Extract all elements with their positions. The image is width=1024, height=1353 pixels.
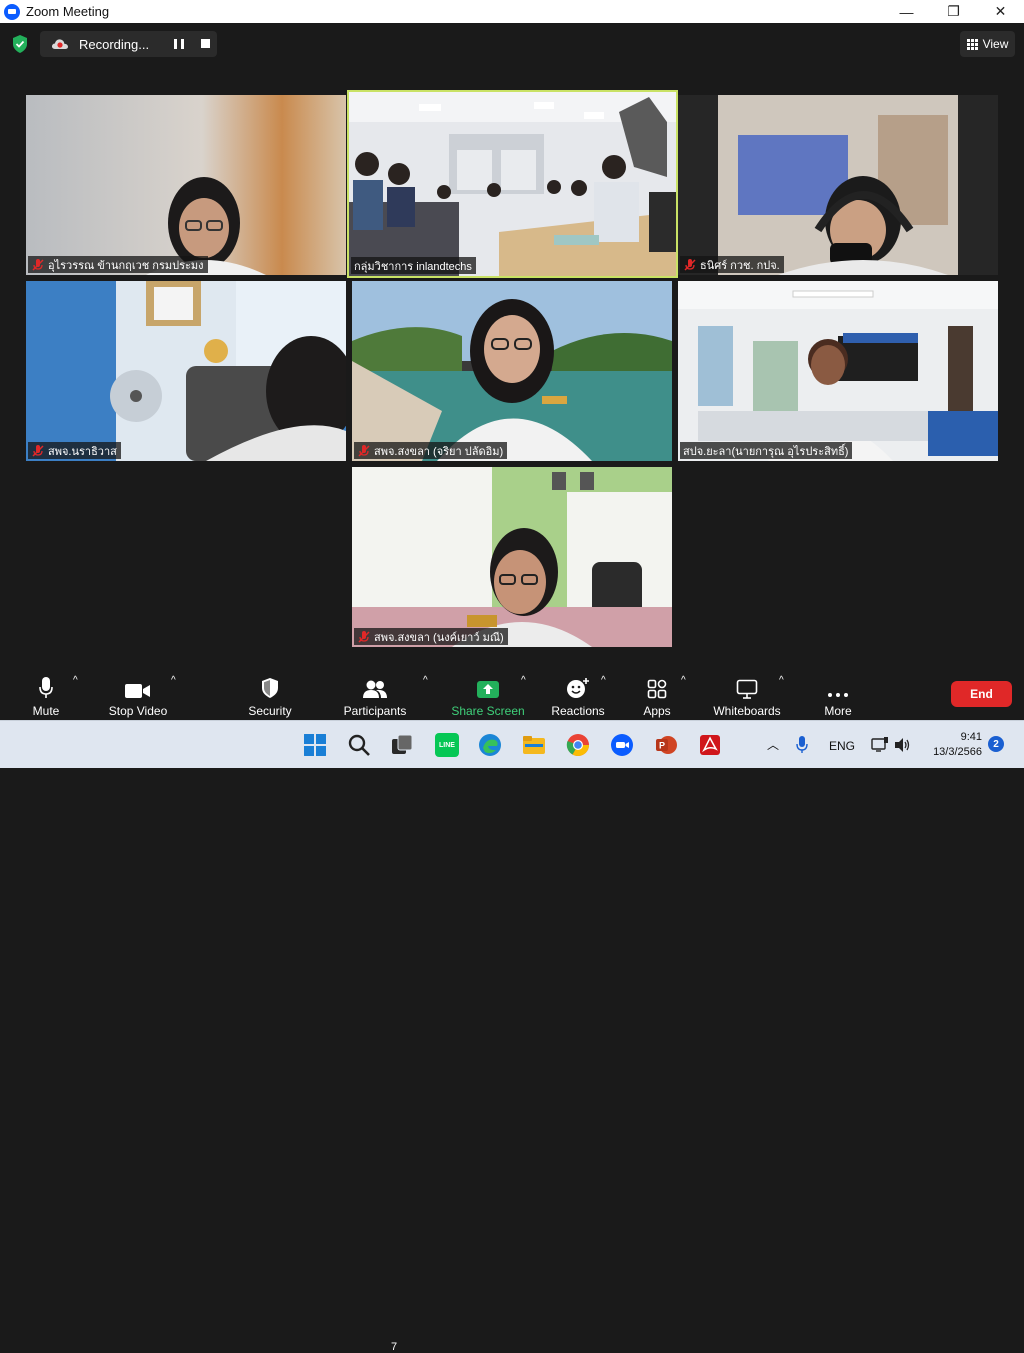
more-button[interactable]: More — [822, 667, 854, 720]
muted-mic-icon — [358, 444, 370, 457]
zoom-logo-icon — [4, 3, 20, 20]
apps-icon — [647, 679, 667, 699]
chrome-browser-icon[interactable] — [566, 733, 590, 757]
share-screen-icon — [477, 681, 499, 698]
pause-recording-button[interactable] — [174, 39, 184, 49]
input-language-indicator[interactable]: ENG — [829, 739, 855, 753]
participants-icon — [363, 680, 387, 698]
powerpoint-icon[interactable]: P — [654, 733, 678, 757]
reactions-smiley-icon — [567, 678, 589, 698]
participants-options-caret[interactable]: ^ — [423, 675, 428, 686]
microphone-tray-icon[interactable] — [796, 736, 808, 754]
more-ellipsis-icon — [828, 693, 848, 697]
microphone-icon — [39, 677, 53, 698]
stop-recording-button[interactable] — [201, 39, 210, 48]
task-view-icon[interactable] — [390, 733, 414, 757]
volume-speaker-icon[interactable] — [894, 737, 910, 753]
show-hidden-icons-chevron-icon[interactable]: ︿ — [767, 736, 779, 753]
window-titlebar: Zoom Meeting — ❐ ✕ — [0, 0, 1024, 23]
security-shield-icon — [262, 678, 278, 698]
end-meeting-button[interactable]: End — [951, 681, 1012, 707]
notification-count-badge[interactable]: 2 — [988, 736, 1004, 752]
cloud-recording-icon — [51, 39, 68, 49]
acrobat-pdf-icon[interactable] — [698, 733, 722, 757]
video-tile-5[interactable]: สพจ.สงขลา (จริยา ปลัดอิม) — [352, 281, 672, 461]
muted-mic-icon — [358, 630, 370, 643]
recording-indicator[interactable]: Recording... — [40, 31, 217, 57]
grid-view-icon — [966, 38, 978, 50]
stop-video-button[interactable]: Stop Video — [106, 667, 170, 720]
edge-browser-icon[interactable] — [478, 733, 502, 757]
participant-name-label: สปจ.ยะลา(นายการุณ อุไรประสิทธิ์) — [680, 442, 853, 459]
view-label: View — [982, 37, 1009, 51]
participant-video — [352, 467, 672, 647]
zoom-app-icon[interactable] — [610, 733, 634, 757]
muted-mic-icon — [32, 258, 44, 271]
search-icon[interactable] — [347, 733, 371, 757]
video-tile-4[interactable]: สพจ.นราธิวาส — [26, 281, 346, 461]
participant-video — [352, 281, 672, 461]
video-tile-6[interactable]: สปจ.ยะลา(นายการุณ อุไรประสิทธิ์) — [678, 281, 998, 461]
line-app-icon[interactable]: LINE — [435, 733, 459, 757]
apps-options-caret[interactable]: ^ — [681, 675, 686, 686]
video-tile-2-active-speaker[interactable]: กลุ่มวิชาการ inlandtechs — [347, 90, 678, 278]
windows-start-icon[interactable] — [303, 733, 327, 757]
svg-text:P: P — [659, 741, 665, 751]
video-tile-7[interactable]: สพจ.สงขลา (นงค์เยาว์ มณี) — [352, 467, 672, 647]
participant-name-label: กลุ่มวิชาการ inlandtechs — [351, 257, 476, 274]
participant-video — [349, 92, 676, 276]
participant-name-label: สพจ.สงขลา (นงค์เยาว์ มณี) — [354, 628, 508, 645]
participant-video — [678, 281, 998, 461]
network-icon[interactable] — [871, 737, 889, 753]
reactions-button[interactable]: Reactions — [550, 667, 606, 720]
view-button[interactable]: View — [960, 31, 1015, 57]
reactions-options-caret[interactable]: ^ — [601, 675, 606, 686]
close-button[interactable]: ✕ — [977, 0, 1024, 23]
share-screen-button[interactable]: Share Screen — [451, 667, 525, 720]
video-camera-icon — [125, 684, 150, 698]
meeting-topbar: Recording... View — [0, 23, 1024, 65]
muted-mic-icon — [684, 258, 696, 271]
mute-button[interactable]: Mute — [27, 667, 65, 720]
whiteboards-options-caret[interactable]: ^ — [779, 675, 784, 686]
security-shield-icon[interactable] — [11, 34, 29, 54]
participants-count: 7 — [391, 1341, 398, 1353]
share-options-caret[interactable]: ^ — [521, 675, 526, 686]
maximize-button[interactable]: ❐ — [930, 0, 977, 23]
participant-video — [26, 95, 346, 275]
participant-video — [26, 281, 346, 461]
participant-name-label: อุไรวรรณ ข้านกฤเวช กรมประมง — [28, 256, 208, 273]
participant-video — [718, 95, 958, 275]
whiteboards-button[interactable]: Whiteboards — [711, 667, 783, 720]
whiteboard-icon — [736, 679, 758, 699]
muted-mic-icon — [32, 444, 44, 457]
video-tile-3[interactable]: ธนิศร์ กวช. กปจ. — [678, 95, 998, 275]
windows-taskbar: LINE P ︿ ENG — [0, 720, 1024, 768]
participant-name-label: สพจ.สงขลา (จริยา ปลัดอิม) — [354, 442, 508, 459]
video-tile-1[interactable]: อุไรวรรณ ข้านกฤเวช กรมประมง — [26, 95, 346, 275]
participants-button[interactable]: Participants — [342, 667, 408, 720]
apps-button[interactable]: Apps — [640, 667, 674, 720]
audio-options-caret[interactable]: ^ — [73, 675, 78, 686]
participant-name-label: ธนิศร์ กวช. กปจ. — [680, 256, 784, 273]
meeting-toolbar: Mute ^ Stop Video ^ Security Participant… — [0, 667, 1024, 1353]
video-options-caret[interactable]: ^ — [171, 675, 176, 686]
recording-label: Recording... — [79, 36, 150, 52]
participant-name-label: สพจ.นราธิวาส — [28, 442, 121, 459]
file-explorer-icon[interactable] — [522, 733, 546, 757]
system-clock[interactable]: 9:41 13/3/2566 — [922, 730, 982, 760]
security-button[interactable]: Security — [246, 667, 294, 720]
window-title: Zoom Meeting — [26, 4, 110, 19]
minimize-button[interactable]: — — [883, 0, 930, 23]
